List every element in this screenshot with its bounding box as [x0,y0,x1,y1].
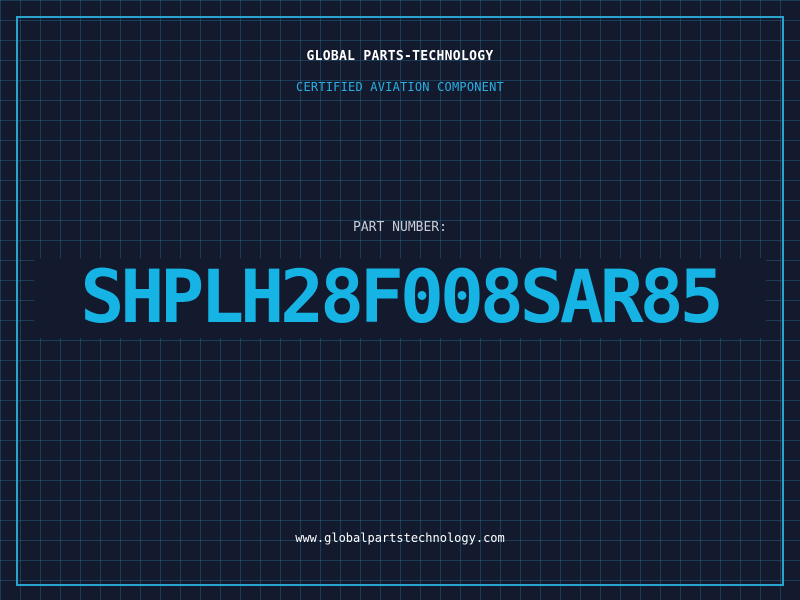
part-number-panel: SHPLH28F008SAR85 [34,258,766,338]
part-number-value: SHPLH28F008SAR85 [80,255,723,340]
part-card: GLOBAL PARTS-TECHNOLOGY CERTIFIED AVIATI… [0,0,800,600]
website-url: www.globalpartstechnology.com [295,531,505,545]
company-name: GLOBAL PARTS-TECHNOLOGY [306,49,494,64]
part-number-label: PART NUMBER: [353,220,447,235]
certification-tagline: CERTIFIED AVIATION COMPONENT [296,80,504,94]
